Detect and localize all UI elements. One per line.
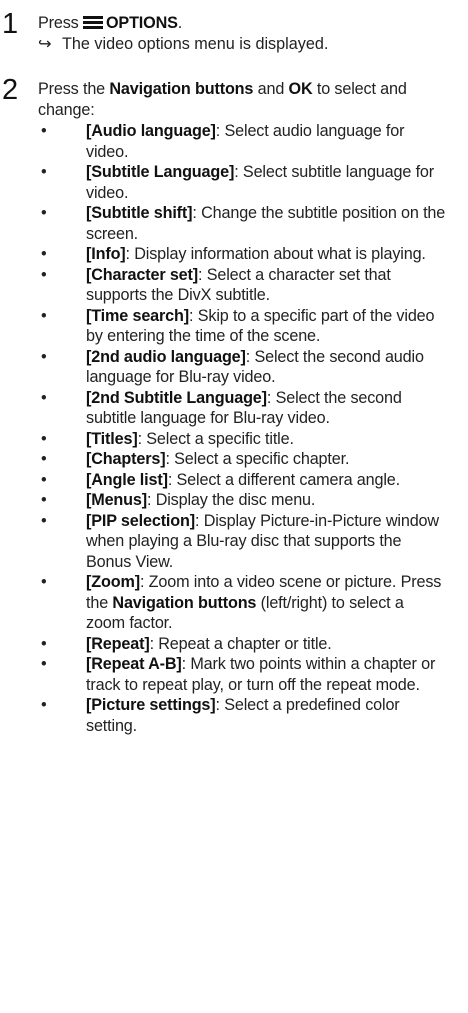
result-arrow-icon: ↪	[38, 35, 52, 53]
option-label: [2nd Subtitle Language]	[86, 388, 267, 407]
option-item: • [Chapters]: Select a specific chapter.	[38, 449, 446, 470]
option-description: : Select a specific title.	[137, 429, 294, 448]
option-item: • [2nd Subtitle Language]: Select the sec…	[38, 388, 446, 429]
option-item: • [Picture settings]: Select a predefined…	[38, 695, 446, 736]
step-result: ↪ The video options menu is displayed.	[38, 34, 458, 55]
bullet-marker: •	[41, 347, 47, 366]
bullet-marker: •	[41, 245, 47, 263]
option-item: • [Subtitle Language]: Select subtitle la…	[38, 162, 446, 203]
bullet-marker: •	[41, 450, 47, 468]
instruction-text: Press the	[38, 80, 110, 98]
navigation-buttons-label: Navigation buttons	[112, 593, 257, 612]
option-item: • [PIP selection]: Display Picture-in-Pic…	[38, 511, 446, 573]
step-instruction: Press OPTIONS.	[38, 13, 438, 34]
option-item: • [Titles]: Select a specific title.	[38, 429, 446, 450]
step-instruction: Press the Navigation buttons and OK to s…	[38, 79, 418, 120]
option-item: • [Subtitle shift]: Change the subtitle p…	[38, 203, 446, 244]
option-item: • [Angle list]: Select a different camera…	[38, 470, 446, 491]
option-description: : Display the disc menu.	[147, 491, 316, 509]
bullet-marker: •	[41, 388, 47, 407]
option-item: • [Repeat A-B]: Mark two points within a …	[38, 654, 446, 695]
option-label: [Audio language]	[86, 122, 216, 140]
bullet-marker: •	[41, 696, 47, 714]
option-label: [Zoom]	[86, 573, 140, 591]
option-label: [Repeat A-B]	[86, 655, 182, 673]
bullet-marker: •	[41, 429, 47, 448]
option-item: • [Menus]: Display the disc menu.	[38, 490, 446, 511]
option-label: [Character set]	[86, 265, 199, 284]
option-label: [Titles]	[86, 429, 138, 448]
option-label: [2nd audio language]	[86, 347, 246, 366]
option-label: [Time search]	[86, 306, 190, 325]
option-item: • [Character set]: Select a character set…	[38, 265, 446, 306]
option-label: [Subtitle Language]	[86, 163, 235, 181]
options-key-label: OPTIONS	[105, 14, 178, 32]
option-description: : Repeat a chapter or title.	[149, 634, 332, 653]
option-label: [Subtitle shift]	[86, 204, 193, 222]
option-item: • [Zoom]: Zoom into a video scene or pict…	[38, 572, 446, 634]
bullet-marker: •	[41, 491, 47, 509]
option-item: • [Audio language]: Select audio language…	[38, 121, 446, 162]
option-description: : Select a different camera angle.	[167, 470, 400, 489]
option-label: [Menus]	[86, 491, 147, 509]
option-description: : Select a specific chapter.	[165, 450, 350, 468]
instruction-text: and	[253, 80, 289, 98]
video-options-list: • [Audio language]: Select audio language…	[38, 121, 458, 736]
options-menu-icon	[82, 16, 103, 29]
option-label: [Angle list]	[86, 470, 168, 489]
option-item: • [2nd audio language]: Select the second…	[38, 347, 446, 388]
instruction-text: Press	[38, 14, 83, 32]
result-text: The video options menu is displayed.	[62, 35, 329, 53]
ok-key-label: OK	[288, 80, 313, 98]
option-label: [Picture settings]	[86, 696, 216, 714]
bullet-marker: •	[41, 655, 47, 673]
option-label: [Chapters]	[86, 450, 166, 468]
option-label: [Repeat]	[86, 634, 150, 653]
bullet-marker: •	[41, 122, 47, 140]
bullet-marker: •	[41, 511, 47, 530]
option-label: [Info]	[86, 245, 126, 263]
bullet-marker: •	[41, 163, 47, 181]
bullet-marker: •	[41, 265, 47, 284]
step-number: 2	[2, 74, 19, 106]
bullet-marker: •	[41, 573, 47, 591]
bullet-marker: •	[41, 204, 47, 222]
step-number: 1	[2, 8, 19, 40]
bullet-marker: •	[41, 470, 47, 489]
bullet-marker: •	[41, 306, 47, 325]
option-description: : Display information about what is play…	[125, 245, 426, 263]
option-label: [PIP selection]	[86, 511, 195, 530]
option-item: • [Time search]: Skip to a specific part …	[38, 306, 446, 347]
option-item: • [Repeat]: Repeat a chapter or title.	[38, 634, 446, 655]
option-item: • [Info]: Display information about what …	[38, 244, 446, 265]
navigation-buttons-label: Navigation buttons	[109, 80, 254, 98]
instruction-text: .	[177, 14, 183, 32]
bullet-marker: •	[41, 634, 47, 653]
manual-page: 1 Press OPTIONS. ↪ The video options menu…	[0, 0, 468, 1013]
